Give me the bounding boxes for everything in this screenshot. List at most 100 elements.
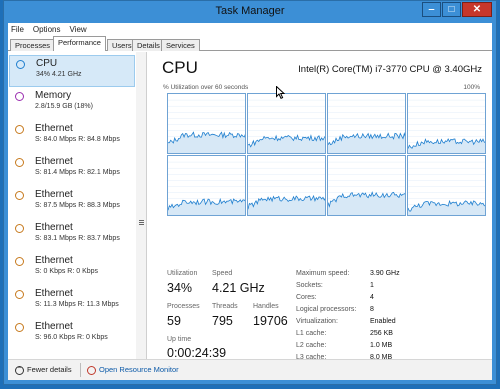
core-graph-plot: [408, 99, 485, 153]
spec-value: 4: [370, 294, 374, 301]
resource-detail: 34% 4.21 GHz: [36, 71, 82, 78]
uptime-value: 0:00:24:39: [167, 346, 227, 360]
core-graph-plot: [328, 161, 405, 215]
threads-value: 795: [212, 314, 233, 328]
spec-value: 1: [370, 282, 374, 289]
resource-name: Ethernet: [35, 156, 73, 167]
processes-value: 59: [167, 314, 181, 328]
core-graph-area: [408, 200, 485, 215]
processes-label: Processes: [167, 303, 200, 310]
resource-name: Ethernet: [35, 321, 73, 332]
task-manager-window: Task Manager ‒ □ ✕ File Options View Pro…: [3, 0, 497, 385]
core-graph-plot: [408, 161, 485, 215]
cpu-swatch-icon: [16, 60, 25, 69]
client-area: File Options View Processes Performance …: [8, 23, 492, 380]
resource-detail: S: 84.0 Mbps R: 84.8 Mbps: [35, 136, 120, 143]
core-graph: [327, 93, 406, 154]
resource-ethernet-4[interactable]: Ethernet S: 83.1 Mbps R: 83.7 Mbps: [9, 220, 135, 252]
utilization-value: 34%: [167, 281, 193, 295]
footer-bar: ⌃ Fewer details Open Resource Monitor: [8, 359, 492, 380]
menu-file[interactable]: File: [11, 25, 24, 34]
resource-ethernet-1[interactable]: Ethernet S: 84.0 Mbps R: 84.8 Mbps: [9, 121, 135, 153]
title-bar[interactable]: Task Manager ‒ □ ✕: [4, 1, 496, 23]
spec-key: Cores:: [296, 294, 317, 301]
core-graph-plot: [248, 99, 325, 153]
resource-name: Ethernet: [35, 288, 73, 299]
resource-ethernet-5[interactable]: Ethernet S: 0 Kbps R: 0 Kbps: [9, 253, 135, 285]
spec-value: 256 KB: [370, 330, 393, 337]
resource-name: Ethernet: [35, 123, 73, 134]
graph-caption: % Utilization over 60 seconds: [163, 84, 249, 91]
resource-cpu[interactable]: CPU 34% 4.21 GHz: [9, 55, 135, 87]
resource-list-scrollbar[interactable]: [136, 52, 147, 359]
core-graph-plot: [168, 99, 245, 153]
resource-monitor-icon: [87, 365, 96, 375]
core-graph-plot: [168, 161, 245, 215]
ethernet-swatch-icon: [15, 125, 24, 134]
ethernet-swatch-icon: [15, 191, 24, 200]
resource-name: Ethernet: [35, 222, 73, 233]
scroll-grip-icon[interactable]: [139, 220, 144, 225]
maximize-button[interactable]: □: [442, 2, 461, 17]
resource-ethernet-7[interactable]: Ethernet S: 96.0 Kbps R: 0 Kbps: [9, 319, 135, 351]
spec-value: 3.90 GHz: [370, 270, 400, 277]
resource-list: CPU 34% 4.21 GHz Memory 2.8/15.9 GB (18%…: [8, 52, 137, 359]
core-graph: [407, 155, 486, 216]
resource-detail: S: 81.4 Mbps R: 82.1 Mbps: [35, 169, 120, 176]
resource-name: CPU: [36, 58, 58, 69]
cpu-detail-pane: CPU Intel(R) Core(TM) i7-3770 CPU @ 3.40…: [154, 52, 490, 361]
spec-key: Virtualization:: [296, 318, 338, 325]
footer-divider: [80, 363, 81, 377]
fewer-details-button[interactable]: ⌃ Fewer details: [15, 365, 72, 375]
tab-performance[interactable]: Performance: [53, 36, 106, 51]
core-graph: [247, 93, 326, 154]
spec-key: Maximum speed:: [296, 270, 350, 277]
graph-max-label: 100%: [463, 84, 480, 91]
uptime-label: Up time: [167, 336, 192, 343]
fewer-details-label: Fewer details: [27, 365, 72, 374]
minimize-button[interactable]: ‒: [422, 2, 441, 17]
handles-value: 19706: [253, 314, 288, 328]
spec-value: 1.0 MB: [370, 342, 393, 349]
handles-label: Handles: [253, 303, 279, 310]
utilization-label: Utilization: [167, 270, 198, 277]
open-resource-monitor-label: Open Resource Monitor: [99, 365, 179, 374]
close-button[interactable]: ✕: [462, 2, 492, 17]
resource-detail: S: 83.1 Mbps R: 83.7 Mbps: [35, 235, 120, 242]
resource-ethernet-3[interactable]: Ethernet S: 87.5 Mbps R: 88.3 Mbps: [9, 187, 135, 219]
core-graph: [247, 155, 326, 216]
close-icon: ✕: [472, 4, 482, 15]
resource-memory[interactable]: Memory 2.8/15.9 GB (18%): [9, 88, 135, 120]
resource-detail: S: 0 Kbps R: 0 Kbps: [35, 268, 99, 275]
tab-processes[interactable]: Processes: [10, 39, 56, 51]
spec-value: Enabled: [370, 318, 396, 325]
resource-name: Ethernet: [35, 255, 73, 266]
menu-options[interactable]: Options: [33, 25, 61, 34]
resource-ethernet-6[interactable]: Ethernet S: 11.3 Mbps R: 11.3 Mbps: [9, 286, 135, 318]
spec-key: L1 cache:: [296, 330, 327, 337]
resource-ethernet-2[interactable]: Ethernet S: 81.4 Mbps R: 82.1 Mbps: [9, 154, 135, 186]
open-resource-monitor-link[interactable]: Open Resource Monitor: [87, 365, 179, 375]
menu-view[interactable]: View: [69, 25, 86, 34]
page-title: CPU: [162, 58, 198, 77]
maximize-icon: □: [448, 4, 455, 15]
memory-swatch-icon: [15, 92, 24, 101]
spec-key: Logical processors:: [296, 306, 357, 313]
core-graph: [167, 93, 246, 154]
ethernet-swatch-icon: [15, 257, 24, 266]
tab-strip: Processes Performance Users Details Serv…: [8, 36, 492, 51]
tab-details[interactable]: Details: [132, 39, 165, 51]
ethernet-swatch-icon: [15, 224, 24, 233]
resource-detail: S: 96.0 Kbps R: 0 Kbps: [35, 334, 108, 341]
ethernet-swatch-icon: [15, 290, 24, 299]
spec-key: L2 cache:: [296, 342, 327, 349]
ethernet-swatch-icon: [15, 323, 24, 332]
spec-value: 8: [370, 306, 374, 313]
core-graph-area: [168, 132, 245, 153]
ethernet-swatch-icon: [15, 158, 24, 167]
resource-detail: 2.8/15.9 GB (18%): [35, 103, 93, 110]
chevron-up-icon: ⌃: [15, 365, 24, 375]
core-graph: [327, 155, 406, 216]
tab-services[interactable]: Services: [161, 39, 200, 51]
speed-value: 4.21 GHz: [212, 281, 265, 295]
